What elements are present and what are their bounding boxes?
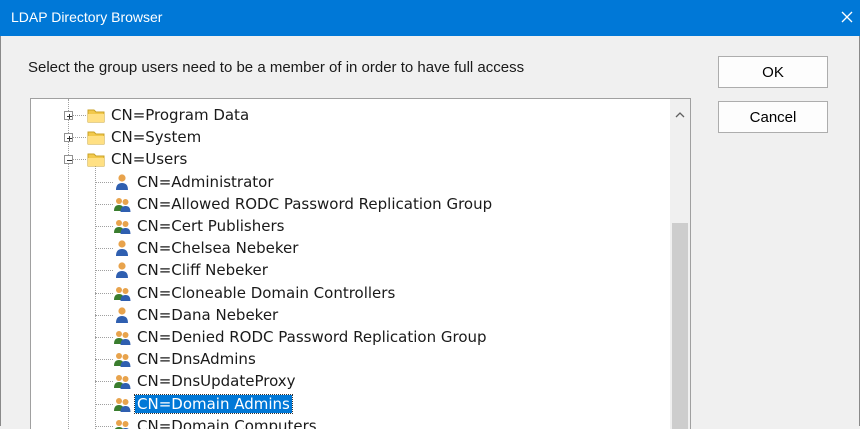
tree-node-label: CN=Denied RODC Password Replication Grou…	[137, 328, 487, 346]
tree-entry-node[interactable]: CN=DnsUpdateProxy	[135, 371, 298, 391]
tree-node-label: CN=Cert Publishers	[137, 217, 285, 235]
group-icon	[113, 217, 131, 235]
tree-connector	[95, 337, 113, 338]
folder-icon	[87, 150, 105, 168]
group-icon	[113, 195, 131, 213]
tree-entry-node[interactable]: CN=Domain Computers	[135, 416, 319, 429]
tree-node-label: CN=Program Data	[111, 106, 250, 124]
group-icon	[113, 417, 131, 429]
tree-node-label: CN=DnsAdmins	[137, 350, 256, 369]
group-icon	[113, 350, 131, 368]
tree-connector	[95, 403, 113, 405]
tree-node-label: CN=Cliff Nebeker	[137, 261, 268, 280]
group-icon	[113, 395, 131, 413]
tree-node-label: CN=Dana Nebeker	[137, 305, 279, 324]
tree-entry-node[interactable]: CN=Dana Nebeker	[135, 305, 280, 325]
user-icon	[113, 261, 131, 279]
tree-folder-node[interactable]: CN=Program Data	[109, 105, 251, 125]
ok-button[interactable]: OK	[718, 56, 828, 88]
tree-node-label: CN=System	[111, 128, 202, 147]
tree-node-label: CN=Users	[111, 150, 188, 169]
tree-node-label: CN=DnsUpdateProxy	[137, 372, 296, 391]
tree-node-label: CN=Domain Admins	[134, 393, 293, 414]
tree-entry-node[interactable]: CN=Denied RODC Password Replication Grou…	[135, 327, 489, 347]
folder-icon	[87, 106, 105, 124]
collapse-toggle[interactable]	[64, 155, 73, 165]
group-icon	[113, 284, 131, 302]
vertical-scrollbar[interactable]	[670, 99, 690, 429]
folder-icon	[87, 128, 105, 146]
scrollbar-thumb[interactable]	[672, 223, 688, 429]
group-icon	[113, 372, 131, 390]
tree-entry-node[interactable]: CN=Cliff Nebeker	[135, 260, 270, 280]
tree-connector	[95, 248, 113, 250]
user-icon	[113, 173, 131, 191]
instruction-text: Select the group users need to be a memb…	[28, 59, 525, 76]
tree-guide-line	[95, 165, 96, 429]
tree-entry-node[interactable]: CN=Cloneable Domain Controllers	[135, 283, 397, 303]
tree-entry-node[interactable]: CN=Cert Publishers	[135, 216, 286, 236]
tree-guide-line	[68, 99, 69, 429]
tree-connector	[95, 203, 113, 205]
tree-entry-node[interactable]: CN=Allowed RODC Password Replication Gro…	[135, 194, 494, 214]
tree-node-label: CN=Domain Computers	[137, 416, 317, 429]
cancel-button[interactable]: Cancel	[718, 101, 828, 133]
title-bar: LDAP Directory Browser	[0, 0, 860, 36]
group-icon	[113, 328, 131, 346]
window-title: LDAP Directory Browser	[11, 9, 163, 25]
close-icon[interactable]	[834, 4, 860, 30]
tree-connector	[95, 270, 113, 272]
tree-folder-node[interactable]: CN=Users	[109, 149, 189, 169]
tree-node-label: CN=Cloneable Domain Controllers	[137, 283, 396, 302]
tree-node-label: CN=Allowed RODC Password Replication Gro…	[137, 194, 493, 213]
tree-connector	[95, 226, 113, 227]
user-icon	[113, 239, 131, 257]
tree-entry-node[interactable]: CN=Administrator	[135, 172, 276, 192]
tree-folder-node[interactable]: CN=System	[109, 127, 203, 147]
tree-entry-node[interactable]: CN=Domain Admins	[134, 393, 293, 414]
tree-connector	[95, 359, 113, 361]
ldap-tree[interactable]: CN=Program Data CN=System CN=Users CN=Admin…	[30, 98, 691, 429]
expand-toggle[interactable]	[64, 111, 73, 120]
tree-connector	[95, 292, 113, 294]
chevron-up-icon[interactable]	[675, 105, 685, 118]
tree-entry-node[interactable]: CN=DnsAdmins	[135, 349, 258, 369]
user-icon	[113, 306, 131, 324]
tree-connector	[95, 381, 113, 383]
tree-node-label: CN=Administrator	[137, 172, 274, 191]
tree-connector	[95, 181, 113, 183]
expand-toggle[interactable]	[64, 133, 73, 143]
tree-connector	[95, 314, 113, 316]
tree-entry-node[interactable]: CN=Chelsea Nebeker	[135, 238, 300, 258]
tree-node-label: CN=Chelsea Nebeker	[137, 239, 299, 258]
